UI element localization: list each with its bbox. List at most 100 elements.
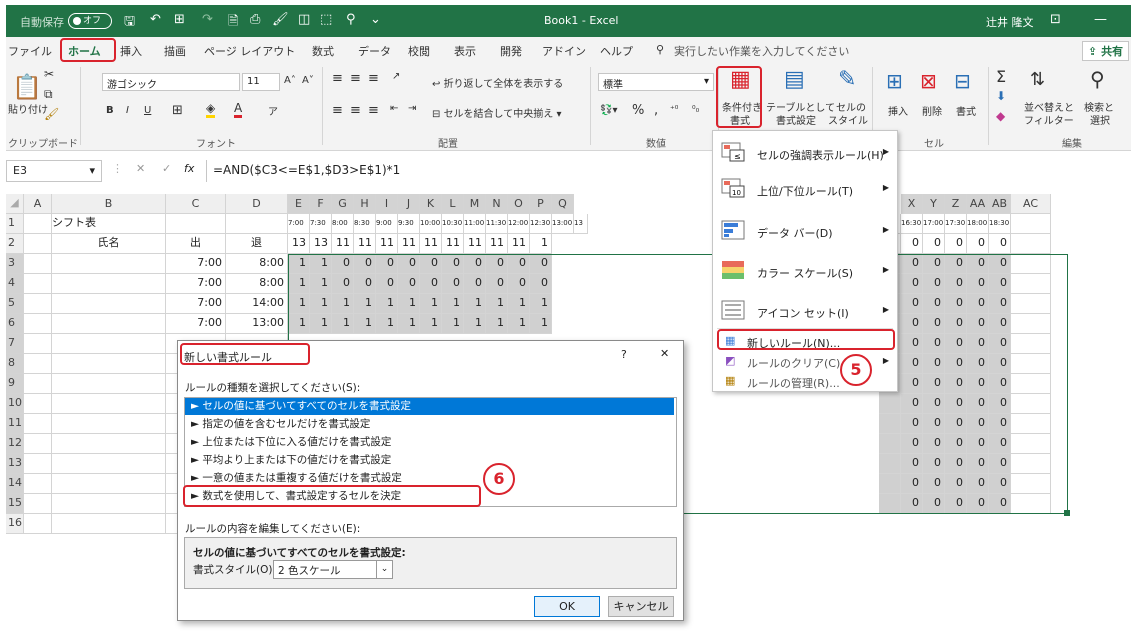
format-style-select[interactable]: 2 色スケール ⌄ [273,560,393,579]
count-cell[interactable]: 1 [530,234,552,254]
row-header[interactable]: 4 [6,274,24,294]
tell-me-search[interactable]: 実行したい作業を入力してください [674,43,849,59]
schedule-cell[interactable]: 1 [442,294,464,314]
tab-data[interactable]: データ [358,43,391,59]
count-cell[interactable]: 0 [967,234,989,254]
cell[interactable] [52,514,166,534]
menu-item-icon-sets[interactable]: アイコン セット(I) ▶ [713,299,897,325]
row-header[interactable]: 8 [6,354,24,374]
row-header[interactable]: 1 [6,214,24,234]
count-cell[interactable]: 11 [420,234,442,254]
copy-icon[interactable]: ⧉ [44,87,53,102]
clear-icon[interactable]: ◆ [996,109,1005,123]
cell[interactable] [879,394,901,414]
schedule-cell[interactable]: 0 [923,334,945,354]
start-time-cell[interactable]: 7:00 [166,294,226,314]
cell-b1[interactable]: シフト表 [52,214,166,234]
save-icon[interactable]: 🖫 [124,12,135,34]
time-header-cell[interactable]: 9:00 [376,214,398,234]
cell-b2[interactable]: 氏名 [52,234,166,254]
align-left-icon[interactable]: ≡ [332,103,343,118]
schedule-cell[interactable]: 0 [989,494,1011,514]
tab-view[interactable]: 表示 [454,43,476,59]
column-header[interactable]: L [442,194,464,214]
schedule-cell[interactable]: 1 [486,294,508,314]
schedule-cell[interactable]: 0 [967,494,989,514]
schedule-cell[interactable]: 0 [923,314,945,334]
fill-icon[interactable]: ⬇ [996,89,1006,103]
schedule-cell[interactable]: 0 [967,414,989,434]
cell[interactable] [52,294,166,314]
schedule-cell[interactable]: 0 [967,454,989,474]
schedule-cell[interactable]: 1 [420,314,442,334]
schedule-cell[interactable]: 0 [376,254,398,274]
cancel-button[interactable]: キャンセル [608,596,674,617]
borders-icon[interactable]: ⊞ [172,103,183,118]
share-button[interactable]: ⇪ 共有 [1082,41,1130,61]
row-header[interactable]: 10 [6,394,24,414]
schedule-cell[interactable]: 0 [945,394,967,414]
schedule-cell[interactable]: 1 [420,294,442,314]
tab-insert[interactable]: 挿入 [120,43,142,59]
count-cell[interactable]: 11 [354,234,376,254]
schedule-cell[interactable]: 0 [989,354,1011,374]
rule-type-item[interactable]: ► 平均より上または下の値だけを書式設定 [185,452,674,469]
schedule-cell[interactable]: 0 [967,434,989,454]
schedule-cell[interactable]: 0 [923,414,945,434]
column-header[interactable]: J [398,194,420,214]
cell[interactable] [879,454,901,474]
minimize-icon[interactable]: — [1094,12,1107,27]
schedule-cell[interactable]: 0 [398,274,420,294]
close-icon[interactable]: ✕ [660,347,669,360]
schedule-cell[interactable]: 0 [332,254,354,274]
count-cell[interactable]: 11 [332,234,354,254]
schedule-cell[interactable]: 0 [923,474,945,494]
schedule-cell[interactable]: 0 [989,334,1011,354]
rule-type-item[interactable]: ► 指定の値を含むセルだけを書式設定 [185,416,674,433]
row-header[interactable]: 11 [6,414,24,434]
schedule-cell[interactable]: 0 [945,454,967,474]
schedule-cell[interactable]: 0 [989,274,1011,294]
count-cell[interactable]: 11 [464,234,486,254]
time-header-cell[interactable]: 7:00 [288,214,310,234]
camera-icon[interactable]: ◫ [298,12,310,27]
time-header-cell[interactable]: 11:30 [486,214,508,234]
time-header-cell[interactable]: 7:30 [310,214,332,234]
paste-button[interactable]: 貼り付け [8,101,48,116]
schedule-cell[interactable]: 1 [332,314,354,334]
cell[interactable] [52,374,166,394]
merge-center-button[interactable]: ⊟ セルを結合して中央揃え ▾ [432,105,561,120]
schedule-cell[interactable]: 0 [508,254,530,274]
cell[interactable] [1011,234,1051,254]
schedule-cell[interactable]: 0 [989,414,1011,434]
name-box[interactable]: E3 ▾ [6,160,102,182]
cell[interactable] [1011,494,1051,514]
schedule-cell[interactable]: 0 [945,294,967,314]
cell[interactable] [24,374,52,394]
schedule-cell[interactable]: 1 [376,294,398,314]
count-cell[interactable]: 0 [945,234,967,254]
schedule-cell[interactable]: 0 [354,254,376,274]
column-header[interactable]: N [486,194,508,214]
cell[interactable] [1011,214,1051,234]
schedule-cell[interactable]: 0 [989,294,1011,314]
enter-icon[interactable]: ✓ [162,162,171,175]
comma-icon[interactable]: , [654,103,658,118]
schedule-cell[interactable]: 0 [464,274,486,294]
column-header[interactable]: O [508,194,530,214]
count-cell[interactable]: 11 [486,234,508,254]
end-time-cell[interactable]: 14:00 [226,294,288,314]
italic-button[interactable]: I [126,105,129,116]
cell[interactable] [1011,374,1051,394]
decrease-decimal-icon[interactable]: ⁰₀ [692,105,699,115]
schedule-cell[interactable]: 0 [398,254,420,274]
cell[interactable] [52,254,166,274]
time-header-cell[interactable]: 8:00 [332,214,354,234]
column-header[interactable]: Q [552,194,574,214]
autosave-toggle[interactable]: オフ [68,13,112,29]
schedule-cell[interactable]: 1 [486,314,508,334]
schedule-cell[interactable]: 1 [376,314,398,334]
cell[interactable] [1011,354,1051,374]
schedule-cell[interactable]: 0 [945,334,967,354]
time-header-cell[interactable]: 8:30 [354,214,376,234]
